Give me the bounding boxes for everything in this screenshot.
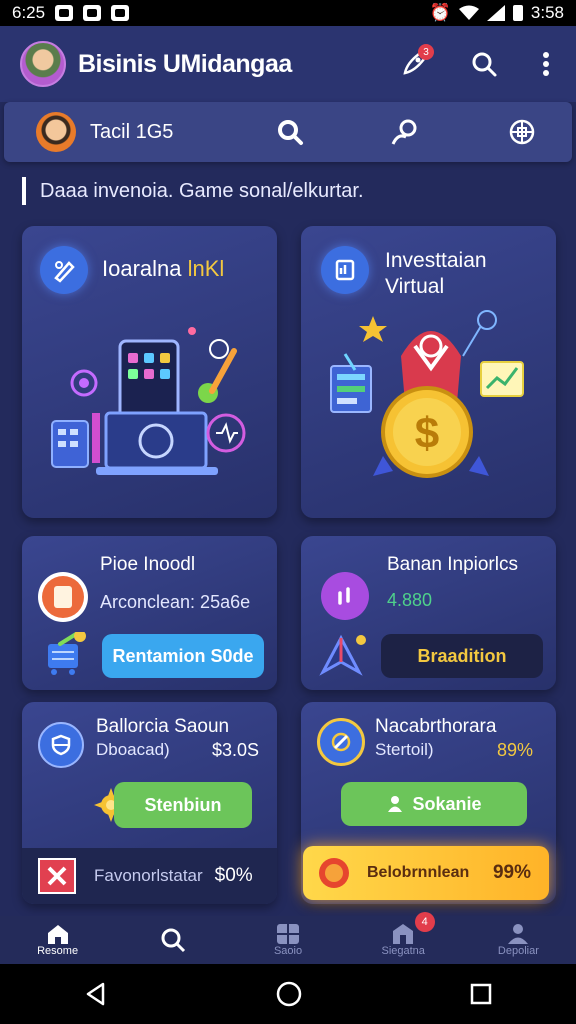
search-icon	[278, 120, 303, 145]
profile-avatar[interactable]	[36, 112, 76, 152]
status-clock-right: 3:58	[530, 3, 564, 22]
card-game-tools[interactable]: Ioaralna lnKl	[22, 226, 277, 518]
nav-store-badge: 4	[414, 912, 435, 932]
card-balance-label: Dboacad)	[96, 740, 170, 759]
nav-search[interactable]	[115, 916, 230, 964]
wifi-icon	[458, 5, 479, 20]
card-finance-title: Pioe Inoodl	[100, 554, 196, 575]
target-icon	[317, 718, 365, 766]
search-button[interactable]	[466, 46, 502, 82]
nav-profile[interactable]: Depoliar	[461, 916, 576, 964]
sun-badge-icon	[319, 858, 349, 888]
close-icon[interactable]	[38, 858, 76, 894]
search-icon	[161, 928, 185, 953]
coin-trophy-illustration: $	[330, 310, 524, 478]
card-notif-label: Stertoil)	[375, 740, 434, 759]
store-icon	[393, 924, 414, 944]
orange-badge-icon	[38, 572, 88, 622]
card-import-value: 4.880	[387, 590, 433, 610]
socialize-button-label: Sokanie	[412, 793, 482, 814]
avatar[interactable]	[20, 41, 66, 87]
nav-grid[interactable]: Saoio	[230, 916, 345, 964]
celebration-banner-button[interactable]: Belobrnnlean 99%	[303, 846, 549, 900]
search-icon	[472, 52, 497, 77]
globe-icon	[509, 119, 535, 145]
user-search-icon	[391, 119, 417, 145]
system-nav-bar	[0, 964, 576, 1024]
info-banner: Daaa invenoia. Game sonal/elkurtar.	[22, 176, 552, 206]
socialize-button[interactable]: Sokanie	[341, 782, 527, 826]
card-balance-footer: Favonorlstatar $0%	[22, 848, 277, 904]
pen-tool-icon	[40, 246, 88, 294]
game-app-icon	[111, 5, 130, 21]
nav-home[interactable]: Resome	[0, 916, 115, 964]
home-icon	[47, 925, 68, 944]
more-menu-button[interactable]	[536, 46, 556, 82]
card-virtual-investment-title: Investtaian Virtual	[385, 249, 487, 298]
card-notif-title: Nacabrthorara	[375, 716, 497, 737]
notification-app-icon	[55, 5, 74, 21]
celebration-label: Belobrnnlean	[367, 864, 470, 881]
document-chart-icon	[321, 246, 369, 294]
status-time: 6:25	[12, 3, 46, 22]
signal-icon	[486, 5, 505, 21]
devices-illustration	[51, 327, 246, 475]
banner-text: Daaa invenoia. Game sonal/elkurtar.	[40, 179, 364, 202]
profile-globe-button[interactable]	[504, 114, 540, 150]
card-finance-overview[interactable]: Pioe Inoodl Arconclean: 25a6e Rentamion …	[22, 536, 277, 690]
home-circle-icon[interactable]	[275, 980, 303, 1008]
card-import-stats[interactable]: Banan Inpiorlcs 4.880 Braadition	[301, 536, 556, 690]
nav-store-label: Siegatna	[381, 945, 425, 957]
start-button[interactable]: Stenbiun	[114, 782, 252, 828]
grid-icon	[277, 924, 299, 944]
celebration-value: 99%	[492, 862, 531, 883]
user-icon	[508, 924, 529, 944]
nav-grid-label: Saoio	[273, 945, 303, 957]
notification-badge: 3	[418, 44, 434, 60]
profile-search-button[interactable]	[272, 114, 308, 150]
card-virtual-investment[interactable]: Investtaian Virtual $	[301, 226, 556, 518]
card-balance-title: Ballorcia Saoun	[96, 716, 230, 737]
shopping-cart-icon	[48, 632, 86, 675]
nav-profile-label: Depoliar	[497, 945, 539, 957]
card-balance-footer-value: $0%	[214, 865, 253, 886]
card-import-title: Banan Inpiorlcs	[387, 554, 518, 575]
card-notif-value: 89%	[497, 740, 534, 760]
card-game-tools-title: Ioaralna lnKl	[102, 256, 225, 281]
status-bar: 6:25 ⏰ 3:58	[0, 0, 576, 26]
alarm-icon: ⏰	[429, 3, 451, 22]
back-icon[interactable]	[83, 981, 109, 1007]
person-icon	[388, 796, 403, 812]
music-note-icon	[321, 572, 369, 620]
profile-people-button[interactable]	[388, 114, 424, 150]
broadcast-button[interactable]: Braadition	[381, 634, 543, 678]
card-balance-footer-label: Favonorlstatar	[94, 866, 203, 885]
app-title: Bisinis UMidangaa	[78, 49, 292, 78]
recents-icon[interactable]	[469, 982, 493, 1006]
svg-text:$: $	[415, 409, 439, 458]
profile-name: Tacil 1G5	[90, 120, 174, 143]
rent-button[interactable]: Rentamion S0de	[102, 634, 264, 678]
rocket-button[interactable]: 3	[396, 44, 434, 82]
bottom-nav: Resome Saoio 4 Siegatna Depoliar	[0, 912, 576, 964]
card-balance-value: $3.0S	[212, 740, 260, 760]
banner-marker	[22, 177, 26, 205]
card-balance-season[interactable]: Ballorcia Saoun Dboacad) $3.0S Stenbiun …	[22, 702, 277, 904]
card-finance-subtitle: Arconclean: 25a6e	[100, 592, 251, 612]
more-vertical-icon	[543, 52, 549, 76]
shield-icon	[38, 722, 84, 768]
nav-store[interactable]: 4 Siegatna	[346, 912, 461, 964]
app-header: Bisinis UMidangaa 3	[0, 26, 576, 102]
card-notification-stats[interactable]: Nacabrthorara Stertoil) 89% Sokanie Belo…	[301, 702, 556, 904]
navigation-arrow-icon	[319, 634, 366, 676]
nav-home-label: Resome	[37, 945, 79, 957]
profile-bar: Tacil 1G5	[4, 102, 572, 162]
battery-icon	[512, 5, 523, 21]
message-app-icon	[83, 5, 102, 21]
